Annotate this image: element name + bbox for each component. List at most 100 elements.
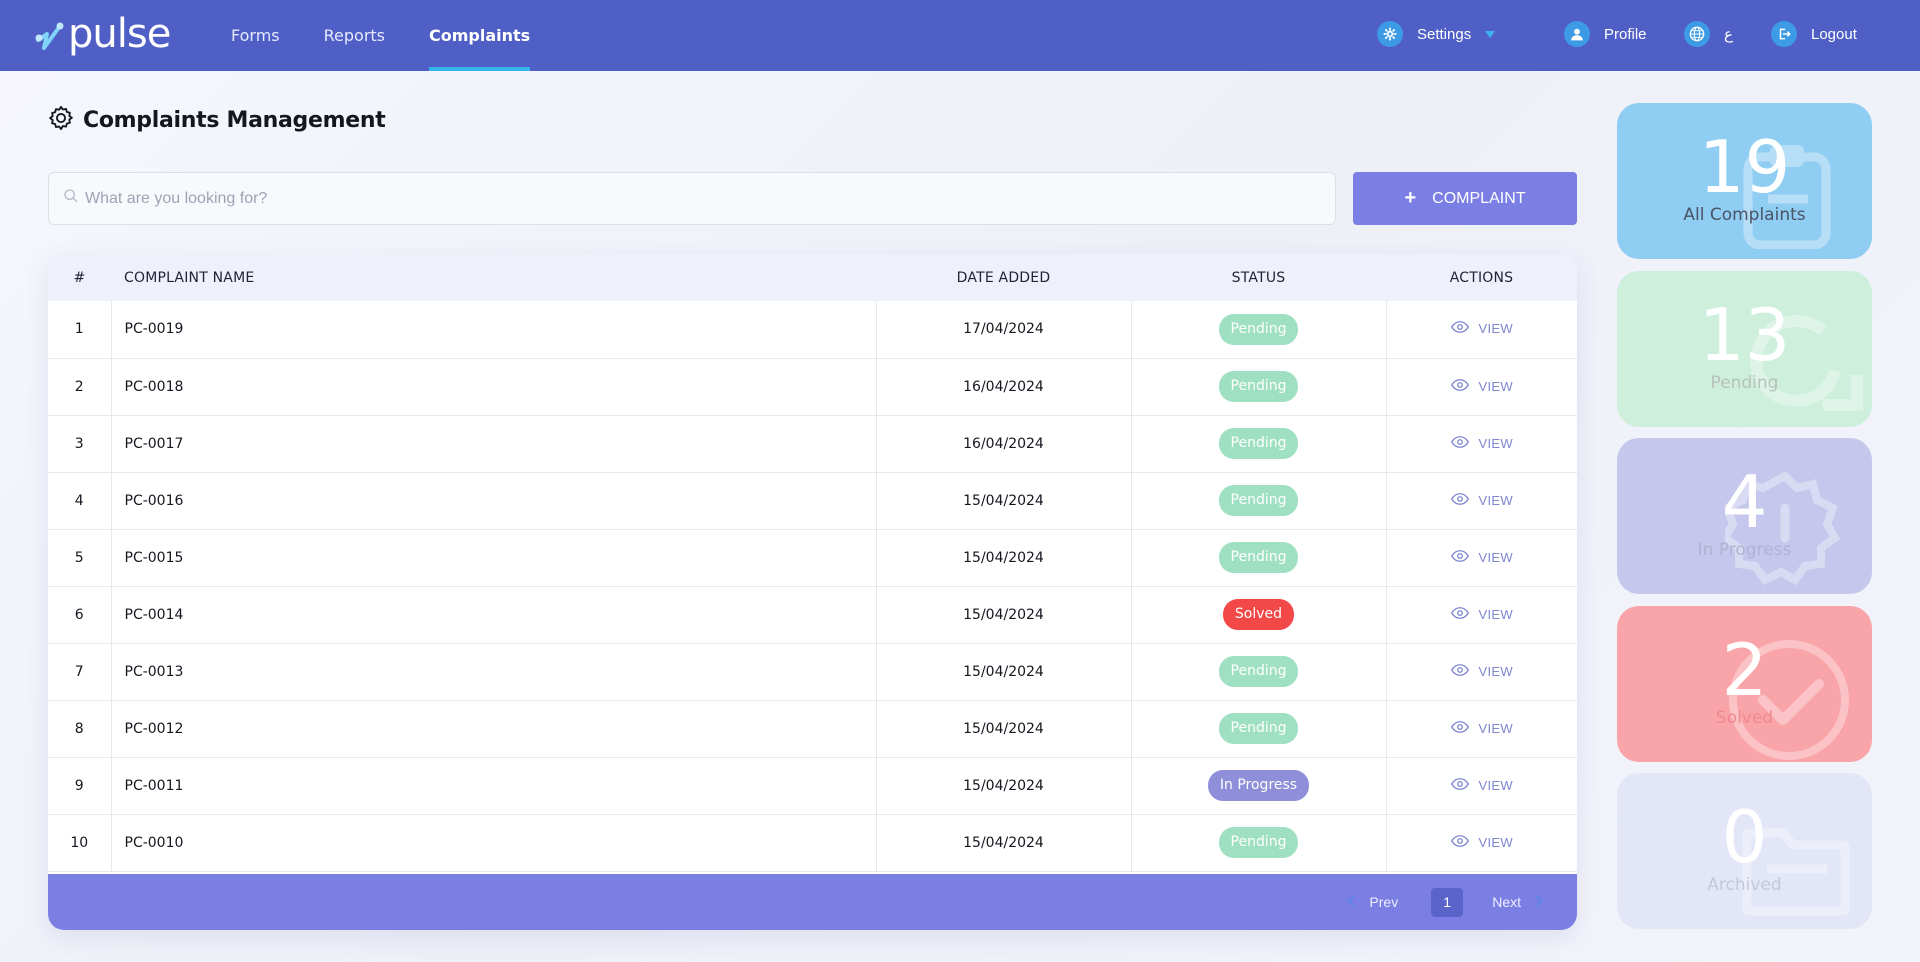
- column-header-status[interactable]: STATUS: [1131, 254, 1386, 301]
- complaint-name: PC-0015: [111, 529, 877, 586]
- prev-page-button[interactable]: Prev: [1347, 894, 1398, 910]
- eye-icon: [1450, 321, 1479, 336]
- gear-icon: [1377, 21, 1403, 47]
- status-cell: Pending: [1131, 472, 1387, 529]
- profile-link[interactable]: Profile: [1564, 21, 1647, 47]
- complaint-name: PC-0012: [111, 700, 877, 757]
- view-label: VIEW: [1478, 777, 1513, 793]
- view-button[interactable]: VIEW: [1450, 720, 1513, 736]
- date-added: 15/04/2024: [876, 643, 1132, 700]
- chevron-down-icon: [1485, 30, 1496, 38]
- add-complaint-button[interactable]: + COMPLAINT: [1353, 172, 1577, 225]
- stat-card-in-progress[interactable]: 4 In Progress: [1617, 438, 1872, 594]
- status-cell: Pending: [1131, 301, 1387, 358]
- date-added: 16/04/2024: [876, 358, 1132, 415]
- complaint-name: PC-0011: [111, 757, 877, 814]
- stat-value: 2: [1721, 628, 1768, 712]
- logout-button[interactable]: Logout: [1771, 21, 1857, 47]
- actions-cell: VIEW: [1386, 700, 1577, 757]
- stat-card-all-complaints[interactable]: 19 All Complaints: [1617, 103, 1872, 259]
- row-number: 6: [48, 586, 112, 643]
- stat-label: Archived: [1707, 875, 1782, 895]
- date-added: 16/04/2024: [876, 415, 1132, 472]
- status-badge: Pending: [1218, 656, 1299, 687]
- nav-forms[interactable]: Forms: [231, 0, 280, 71]
- gear-icon: [47, 104, 75, 137]
- view-label: VIEW: [1478, 435, 1513, 451]
- eye-icon: [1450, 492, 1479, 508]
- stat-value: 4: [1721, 460, 1768, 544]
- table-row: 6 PC-0014 15/04/2024 Solved VIEW: [48, 586, 1577, 643]
- column-header-name[interactable]: COMPLAINT NAME: [111, 254, 876, 301]
- actions-cell: VIEW: [1386, 757, 1577, 814]
- row-number: 5: [48, 529, 112, 586]
- pulse-logo[interactable]: pulse: [34, 11, 171, 57]
- column-header-actions: ACTIONS: [1449, 269, 1514, 286]
- column-header-date[interactable]: DATE ADDED: [876, 254, 1131, 301]
- stat-label: In Progress: [1697, 540, 1792, 560]
- view-label: VIEW: [1478, 720, 1513, 736]
- nav-reports-label: Reports: [323, 26, 386, 45]
- user-icon: [1564, 21, 1590, 47]
- view-label: VIEW: [1478, 606, 1513, 622]
- view-button[interactable]: VIEW: [1450, 435, 1513, 451]
- stat-label: Solved: [1715, 708, 1774, 728]
- date-added: 17/04/2024: [876, 301, 1132, 358]
- date-added: 15/04/2024: [876, 472, 1132, 529]
- view-button[interactable]: VIEW: [1450, 664, 1513, 679]
- view-button[interactable]: VIEW: [1450, 550, 1513, 565]
- actions-cell: VIEW: [1386, 529, 1577, 586]
- row-number: 10: [48, 814, 112, 871]
- view-label: VIEW: [1478, 834, 1513, 850]
- next-label: Next: [1492, 894, 1521, 910]
- language-label: ع: [1724, 26, 1733, 43]
- actions-cell: VIEW: [1386, 472, 1577, 529]
- view-button[interactable]: VIEW: [1450, 321, 1513, 336]
- logo-text: pulse: [68, 11, 171, 57]
- status-cell: Pending: [1131, 814, 1387, 871]
- stat-card-solved[interactable]: 2 Solved: [1617, 606, 1872, 762]
- stat-card-archived[interactable]: 0 Archived: [1617, 773, 1872, 929]
- complaint-name: PC-0018: [111, 358, 877, 415]
- status-badge: Pending: [1218, 428, 1299, 459]
- stat-card-pending[interactable]: 13 Pending: [1617, 271, 1872, 427]
- eye-icon: [1450, 435, 1479, 451]
- table-row: 4 PC-0016 15/04/2024 Pending VIEW: [48, 472, 1577, 529]
- actions-cell: VIEW: [1386, 586, 1577, 643]
- actions-cell: VIEW: [1386, 814, 1577, 871]
- view-button[interactable]: VIEW: [1450, 777, 1513, 793]
- status-cell: Pending: [1131, 415, 1387, 472]
- table-row: 10 PC-0010 15/04/2024 Pending VIEW: [48, 814, 1577, 871]
- table-row: 1 PC-0019 17/04/2024 Pending VIEW: [48, 301, 1577, 358]
- eye-icon: [1450, 834, 1479, 850]
- globe-icon: [1684, 21, 1710, 47]
- row-number: 7: [48, 643, 112, 700]
- language-switch[interactable]: ع: [1684, 21, 1733, 47]
- view-button[interactable]: VIEW: [1450, 834, 1513, 850]
- table-row: 8 PC-0012 15/04/2024 Pending VIEW: [48, 700, 1577, 757]
- current-page-button[interactable]: 1: [1431, 887, 1464, 917]
- table-row: 5 PC-0015 15/04/2024 Pending VIEW: [48, 529, 1577, 586]
- complaint-name: PC-0010: [111, 814, 877, 871]
- table-row: 2 PC-0018 16/04/2024 Pending VIEW: [48, 358, 1577, 415]
- add-complaint-label: COMPLAINT: [1432, 189, 1526, 207]
- date-added: 15/04/2024: [876, 529, 1132, 586]
- column-header-number: #: [73, 269, 86, 286]
- nav-reports[interactable]: Reports: [324, 0, 385, 71]
- next-page-button[interactable]: Next: [1492, 894, 1543, 910]
- pulse-logo-mark-icon: [34, 14, 64, 54]
- view-button[interactable]: VIEW: [1450, 379, 1513, 394]
- table-row: 7 PC-0013 15/04/2024 Pending VIEW: [48, 643, 1577, 700]
- status-badge: In Progress: [1207, 770, 1310, 801]
- pagination-bar: Prev 1 Next: [48, 874, 1577, 930]
- nav-complaints[interactable]: Complaints: [429, 0, 531, 71]
- actions-cell: VIEW: [1386, 643, 1577, 700]
- search-input[interactable]: [85, 178, 1285, 219]
- settings-menu[interactable]: Settings: [1377, 21, 1496, 47]
- view-button[interactable]: VIEW: [1450, 606, 1513, 622]
- date-added: 15/04/2024: [876, 757, 1132, 814]
- view-button[interactable]: VIEW: [1450, 492, 1513, 508]
- logout-icon: [1771, 21, 1797, 47]
- page-title: Complaints Management: [83, 108, 386, 133]
- status-badge: Pending: [1218, 313, 1299, 345]
